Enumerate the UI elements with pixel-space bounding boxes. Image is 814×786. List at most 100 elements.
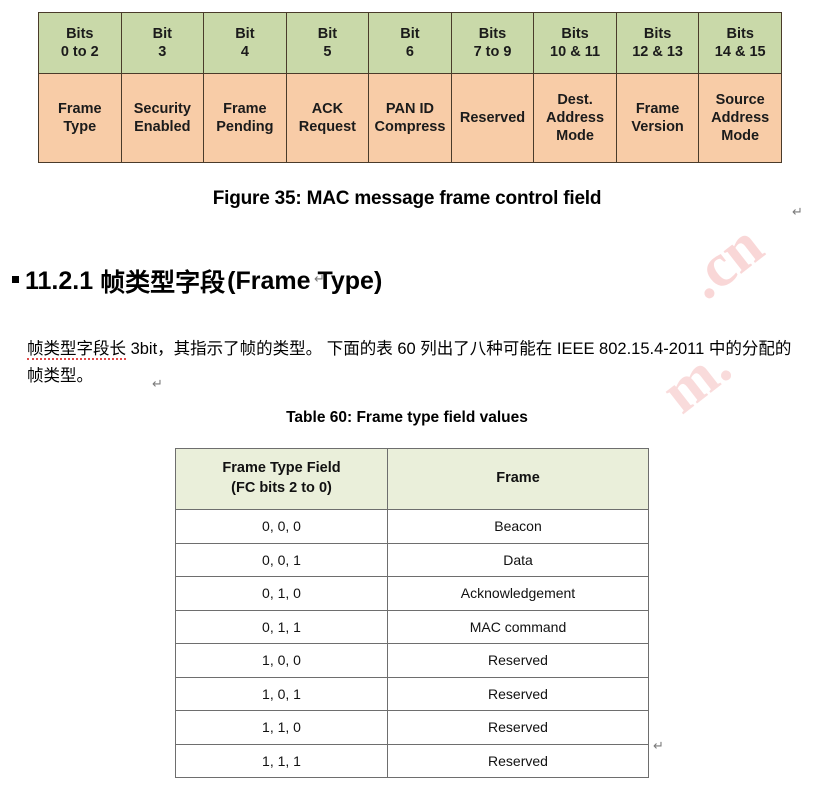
- fc-field-cell-1: Security Enabled: [120, 73, 205, 163]
- fc-field-cell-8: Source Address Mode: [698, 73, 782, 163]
- fc-bits-8-line2: 14 & 15: [714, 44, 766, 60]
- table-row: 0, 0, 1 Data: [175, 542, 649, 577]
- fc-bits-cell-8: Bits 14 & 15: [698, 12, 782, 74]
- table-row: 0, 1, 1 MAC command: [175, 609, 649, 644]
- frame-type-frame-7: Reserved: [387, 743, 649, 778]
- frame-type-frame-2: Acknowledgement: [387, 576, 649, 611]
- heading-number: 11.2.1: [25, 266, 94, 295]
- fc-bits-cell-0: Bits 0 to 2: [38, 12, 122, 74]
- table-row: 1, 1, 1 Reserved: [175, 743, 649, 778]
- frame-type-bits-4: 1, 0, 0: [175, 643, 388, 678]
- fc-field-cell-7: Frame Version: [615, 73, 700, 163]
- paragraph-rest-text: 3bit，其指示了帧的类型。 下面的表 60 列出了八种可能在 IEEE 802…: [27, 340, 792, 385]
- heading-title-cn: 帧类型字段: [100, 269, 226, 297]
- fc-field-7-line2: Version: [631, 119, 684, 135]
- fc-bits-8-line1: Bits: [726, 25, 754, 42]
- frame-type-frame-1: Data: [387, 542, 649, 577]
- frame-type-frame-0: Beacon: [387, 509, 649, 544]
- frame-control-table: Bits 0 to 2 Bit 3 Bit 4 Bit 5 Bit 6 Bits…: [38, 12, 782, 163]
- fc-field-1-line1: Security: [133, 100, 191, 117]
- fc-field-3-line1: ACK: [311, 100, 344, 117]
- fc-bits-cell-3: Bit 5: [285, 12, 370, 74]
- fc-field-cell-5: Reserved: [450, 73, 535, 163]
- frame-type-bits-1: 0, 0, 1: [175, 542, 388, 577]
- section-heading: 11.2.1 帧类型字段 (Frame Type): [12, 263, 382, 299]
- table-row: 1, 1, 0 Reserved: [175, 710, 649, 745]
- fc-field-8-line2: Address: [711, 109, 770, 126]
- fc-bits-3-line1: Bit: [317, 25, 338, 42]
- table60-caption: Table 60: Frame type field values: [286, 409, 528, 426]
- fc-bits-cell-5: Bits 7 to 9: [450, 12, 535, 74]
- fc-bits-1-line1: Bit: [152, 25, 172, 42]
- fc-bits-1-line2: 3: [158, 44, 167, 60]
- fc-bits-cell-1: Bit 3: [120, 12, 205, 74]
- frame-type-header-row: Frame Type Field (FC bits 2 to 0) Frame: [175, 448, 649, 510]
- fc-bits-cell-4: Bit 6: [368, 12, 452, 74]
- frame-type-bits-3: 0, 1, 1: [175, 609, 388, 644]
- fc-bits-6-line2: 10 & 11: [550, 44, 601, 60]
- fc-field-2-line1: Frame: [223, 100, 267, 117]
- paragraph-spellchecked-text: 帧类型字段长: [27, 340, 126, 360]
- return-mark-paragraph: ↵: [152, 377, 163, 392]
- table-row: 0, 1, 0 Acknowledgement: [175, 576, 649, 611]
- fc-bits-cell-6: Bits 10 & 11: [533, 12, 617, 74]
- fc-field-2-line2: Pending: [216, 119, 274, 135]
- watermark-cn: .cn: [672, 211, 776, 313]
- frame-type-header-bits-line2: (FC bits 2 to 0): [231, 480, 332, 496]
- frame-type-frame-6: Reserved: [387, 710, 649, 745]
- frame-type-table-wrap: Frame Type Field (FC bits 2 to 0) Frame …: [175, 448, 649, 778]
- fc-bits-6-line1: Bits: [561, 25, 589, 42]
- frame-control-bits-row: Bits 0 to 2 Bit 3 Bit 4 Bit 5 Bit 6 Bits…: [38, 12, 782, 74]
- frame-type-header-frame: Frame: [387, 448, 649, 510]
- fc-bits-0-line1: Bits: [66, 25, 94, 42]
- fc-bits-0-line2: 0 to 2: [60, 44, 99, 60]
- fc-field-cell-6: Dest. Address Mode: [533, 73, 617, 163]
- fc-field-cell-2: Frame Pending: [203, 73, 287, 163]
- frame-control-figure: Bits 0 to 2 Bit 3 Bit 4 Bit 5 Bit 6 Bits…: [38, 12, 782, 163]
- frame-type-bits-6: 1, 1, 0: [175, 710, 388, 745]
- frame-type-bits-7: 1, 1, 1: [175, 743, 388, 778]
- fc-bits-3-line2: 5: [323, 44, 332, 60]
- square-bullet-icon: [12, 276, 19, 283]
- fc-field-cell-3: ACK Request: [285, 73, 370, 163]
- frame-type-frame-4: Reserved: [387, 643, 649, 678]
- fc-field-7-line1: Frame: [635, 100, 680, 117]
- frame-type-bits-2: 0, 1, 0: [175, 576, 388, 611]
- fc-bits-2-line1: Bit: [235, 25, 255, 42]
- body-paragraph: 帧类型字段长 3bit，其指示了帧的类型。 下面的表 60 列出了八种可能在 I…: [27, 336, 795, 389]
- fc-bits-7-line1: Bits: [643, 25, 672, 42]
- fc-bits-cell-7: Bits 12 & 13: [615, 12, 700, 74]
- fc-bits-5-line2: 7 to 9: [473, 44, 512, 60]
- heading-title-en: (Frame Type): [227, 266, 383, 295]
- fc-bits-4-line2: 6: [405, 44, 414, 60]
- fc-field-3-line2: Request: [298, 119, 357, 135]
- fc-field-8-line3: Mode: [721, 128, 760, 145]
- fc-field-0-line2: Type: [63, 119, 97, 135]
- table-row: 0, 0, 0 Beacon: [175, 509, 649, 544]
- fc-field-cell-0: Frame Type: [38, 73, 122, 163]
- frame-type-bits-0: 0, 0, 0: [175, 509, 388, 544]
- frame-type-frame-3: MAC command: [387, 609, 649, 644]
- fc-field-4-line1: PAN ID: [385, 100, 434, 117]
- fc-field-cell-4: PAN ID Compress: [368, 73, 452, 163]
- fc-field-0-line1: Frame: [58, 100, 102, 117]
- return-mark-heading: ↵: [314, 272, 325, 287]
- frame-control-fields-row: Frame Type Security Enabled Frame Pendin…: [38, 73, 782, 163]
- fc-bits-7-line2: 12 & 13: [632, 44, 683, 60]
- table-row: 1, 0, 1 Reserved: [175, 676, 649, 711]
- frame-type-frame-5: Reserved: [387, 676, 649, 711]
- fc-field-6-line3: Mode: [556, 128, 594, 145]
- fc-bits-4-line1: Bit: [400, 25, 420, 42]
- frame-type-bits-5: 1, 0, 1: [175, 676, 388, 711]
- frame-type-table: Frame Type Field (FC bits 2 to 0) Frame …: [175, 448, 649, 778]
- table-row: 1, 0, 0 Reserved: [175, 643, 649, 678]
- fc-bits-5-line1: Bits: [478, 25, 507, 42]
- fc-field-8-line1: Source: [715, 91, 765, 108]
- fc-field-4-line2: Compress: [374, 119, 446, 135]
- fc-field-5-line1: Reserved: [459, 109, 526, 126]
- fc-field-6-line2: Address: [546, 109, 605, 126]
- fc-bits-cell-2: Bit 4: [203, 12, 287, 74]
- frame-type-header-bits-line1: Frame Type Field: [222, 460, 341, 477]
- return-mark-table: ↵: [653, 739, 664, 754]
- fc-bits-2-line2: 4: [240, 44, 249, 60]
